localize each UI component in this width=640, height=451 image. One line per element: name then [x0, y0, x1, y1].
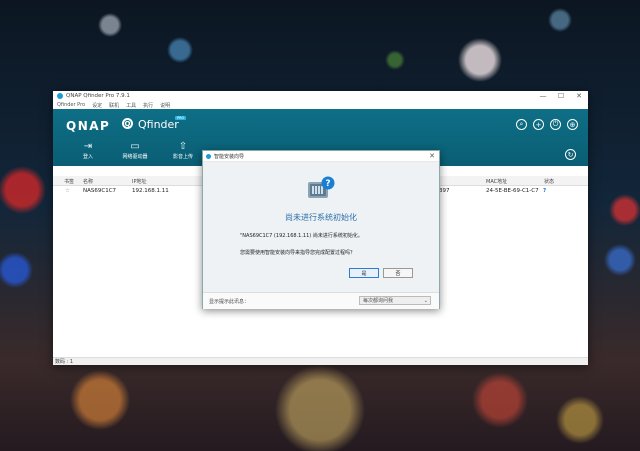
dialog-close-icon[interactable]: ✕ — [429, 152, 435, 160]
window-title: QNAP Qfinder Pro 7.9.1 — [66, 93, 130, 99]
menu-qfinder-pro[interactable]: Qfinder Pro — [57, 102, 85, 108]
folder-icon: ▭ — [130, 141, 140, 152]
chevron-down-icon: ⌄ — [423, 298, 428, 304]
col-mac[interactable]: MAC地址 — [486, 178, 507, 185]
status-help-icon[interactable]: ? — [543, 188, 546, 194]
dialog-app-icon — [206, 153, 211, 159]
network-drive-label: 网络驱动器 — [122, 154, 148, 160]
menu-help[interactable]: 说明 — [160, 102, 170, 109]
login-label: 登入 — [82, 154, 93, 160]
reminder-select[interactable]: 每次都询问我 ⌄ — [359, 296, 431, 305]
yes-button[interactable]: 是 — [349, 268, 379, 278]
minimize-button[interactable]: — — [534, 91, 552, 101]
dialog-message-1: "NAS69C1C7 (192.168.1.11) 尚未进行系统初始化。 — [240, 233, 363, 239]
reminder-select-value: 每次都询问我 — [363, 298, 394, 304]
row-name: NAS69C1C7 — [83, 187, 117, 194]
menu-bar: Qfinder Pro 设定 联机 工具 执行 说明 — [53, 101, 588, 109]
qfinder-app-icon — [57, 93, 63, 99]
qnap-logo: QNAP — [66, 119, 111, 133]
close-button[interactable]: ✕ — [570, 91, 588, 101]
star-icon[interactable]: ☆ — [65, 188, 70, 194]
row-ip: 192.168.1.11 — [132, 187, 169, 194]
menu-run[interactable]: 执行 — [143, 102, 153, 109]
dialog-title-bar: 智能安装向导 ✕ — [203, 151, 439, 162]
menu-connect[interactable]: 联机 — [109, 102, 119, 109]
refresh-icon[interactable]: ↻ — [565, 149, 576, 160]
menu-tools[interactable]: 工具 — [126, 102, 136, 109]
title-bar: QNAP Qfinder Pro 7.9.1 — ☐ ✕ — [53, 91, 588, 101]
col-bookmark[interactable]: 书签 — [64, 178, 74, 185]
qfinder-name: Qfinder — [138, 118, 179, 131]
search-icon[interactable]: ⌕ — [516, 119, 527, 130]
menu-settings[interactable]: 设定 — [92, 102, 102, 109]
upload-icon: ⇧ — [178, 141, 188, 152]
dialog-footer: 显示提示此讯息： 每次都询问我 ⌄ — [203, 292, 439, 309]
dialog-body: ? 尚未进行系统初始化 "NAS69C1C7 (192.168.1.11) 尚未… — [203, 162, 439, 292]
row-partial: 397 — [439, 187, 450, 194]
col-name[interactable]: 名称 — [83, 178, 93, 185]
login-icon: ⇥ — [83, 141, 93, 152]
qfinder-logo-icon: Q — [122, 118, 133, 129]
media-upload-label: 影音上传 — [172, 154, 193, 160]
nas-question-icon: ? — [308, 176, 335, 198]
add-icon[interactable]: + — [533, 119, 544, 130]
col-status[interactable]: 状态 — [544, 178, 554, 185]
footer-label: 显示提示此讯息： — [209, 299, 250, 305]
window-controls: — ☐ ✕ — [534, 91, 588, 101]
no-button[interactable]: 否 — [383, 268, 413, 278]
status-bar: 数码 : 1 — [53, 357, 588, 365]
dialog-heading: 尚未进行系统初始化 — [285, 213, 357, 222]
dialog-title: 智能安装向导 — [214, 153, 245, 160]
login-tool-button[interactable]: ⇥ 登入 — [68, 141, 108, 160]
power-icon[interactable]: ⏻ — [550, 119, 561, 130]
network-drive-tool-button[interactable]: ▭ 网络驱动器 — [115, 141, 155, 160]
dialog-message-2: 您需要使用智能安装向导来指导您完成配置过程吗？ — [240, 250, 356, 256]
globe-icon[interactable]: ⊕ — [567, 119, 578, 130]
setup-wizard-dialog: 智能安装向导 ✕ ? 尚未进行系统初始化 "NAS69C1C7 (192.168… — [202, 150, 440, 309]
media-upload-tool-button[interactable]: ⇧ 影音上传 — [163, 141, 203, 160]
col-ip[interactable]: IP地址 — [132, 178, 147, 185]
svg-text:?: ? — [325, 179, 330, 189]
pro-badge: PRO — [175, 116, 187, 120]
maximize-button[interactable]: ☐ — [552, 91, 570, 101]
row-mac: 24-5E-BE-69-C1-C7 — [486, 187, 539, 194]
top-icons: ⌕ + ⏻ ⊕ — [516, 119, 578, 130]
